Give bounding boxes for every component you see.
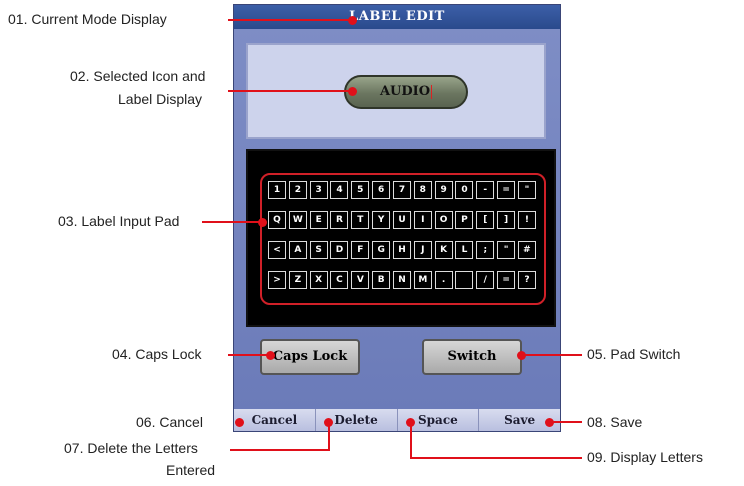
keyboard-key[interactable]: O <box>434 211 453 229</box>
keyboard-key[interactable]: 3 <box>309 181 328 199</box>
leader-dot <box>258 218 267 227</box>
keyboard-key[interactable] <box>455 271 474 289</box>
keyboard-key[interactable]: J <box>413 241 432 259</box>
keyboard-key[interactable]: 2 <box>288 181 307 199</box>
keyboard-key[interactable]: < <box>268 241 286 259</box>
keyboard-key[interactable]: F <box>351 241 370 259</box>
keyboard-key[interactable]: V <box>351 271 370 289</box>
text-cursor <box>431 84 433 99</box>
keyboard-key[interactable]: W <box>288 211 307 229</box>
keyboard-key[interactable]: " <box>517 181 536 199</box>
keyboard-key[interactable]: 9 <box>434 181 453 199</box>
keyboard-key[interactable]: S <box>309 241 328 259</box>
keyboard-key[interactable]: . <box>434 271 453 289</box>
leader-line <box>228 19 352 21</box>
caps-lock-button[interactable]: Caps Lock <box>260 339 360 375</box>
pad-switch-button[interactable]: Switch <box>422 339 522 375</box>
leader-line <box>228 90 352 92</box>
keyboard-key[interactable]: C <box>330 271 349 289</box>
keyboard-key[interactable]: ; <box>476 241 495 259</box>
selected-label-text: AUDIO <box>379 84 431 99</box>
callout-label-1: 02. Selected Icon and <box>70 68 206 84</box>
label-input-pad: 1 2 3 4 5 6 7 8 9 0- = " Q W E R T Y U I O P[]! < A S D F G H J K L; " # >… <box>246 149 556 327</box>
keyboard-key[interactable]: 4 <box>330 181 349 199</box>
keyboard-key[interactable]: - <box>476 181 495 199</box>
keyboard-key[interactable]: 0 <box>455 181 474 199</box>
leader-dot <box>348 16 357 25</box>
keyboard-key[interactable]: A <box>288 241 307 259</box>
leader-line <box>410 422 412 458</box>
callout-caps-lock: 04. Caps Lock <box>112 346 202 362</box>
keyboard-key[interactable]: = <box>497 271 516 289</box>
leader-dot <box>235 418 244 427</box>
keyboard-key[interactable]: R <box>330 211 349 229</box>
keyboard-key[interactable]: = <box>497 181 516 199</box>
leader-dot <box>348 87 357 96</box>
keyboard-key[interactable]: M <box>413 271 432 289</box>
keyboard-key[interactable]: E <box>309 211 328 229</box>
leader-line <box>410 457 582 459</box>
keyboard-row: 1 2 3 4 5 6 7 8 9 0- = " <box>268 181 536 199</box>
callout-pad-switch: 05. Pad Switch <box>587 346 681 362</box>
callout-label-2: Label Display <box>118 91 203 107</box>
callout-display: 09. Display Letters <box>587 449 703 465</box>
keyboard-key[interactable]: Q <box>268 211 286 229</box>
keyboard-row: Q W E R T Y U I O P[]! <box>268 211 536 229</box>
leader-line <box>550 421 582 423</box>
callout-mode: 01. Current Mode Display <box>8 11 167 27</box>
callout-delete-2: Entered <box>166 462 216 478</box>
keyboard-key[interactable]: ! <box>517 211 536 229</box>
callout-delete-1: 07. Delete the Letters <box>64 440 198 456</box>
keyboard-key[interactable]: ? <box>517 271 536 289</box>
keyboard-key[interactable]: U <box>392 211 411 229</box>
keyboard-key[interactable]: L <box>455 241 474 259</box>
keyboard-key[interactable]: 5 <box>351 181 370 199</box>
keyboard-row: > Z X C V B N M. / =? <box>268 271 536 289</box>
keyboard-key[interactable]: B <box>372 271 391 289</box>
keyboard-key[interactable]: Z <box>288 271 307 289</box>
keyboard-key[interactable]: > <box>268 271 286 289</box>
keyboard-key[interactable]: N <box>392 271 411 289</box>
keyboard-key[interactable]: / <box>476 271 495 289</box>
leader-line <box>202 221 262 223</box>
keyboard-key[interactable]: " <box>497 241 516 259</box>
leader-line <box>230 449 330 451</box>
keyboard-key[interactable]: H <box>392 241 411 259</box>
keyboard-key[interactable]: 7 <box>392 181 411 199</box>
keyboard-row: < A S D F G H J K L; " # <box>268 241 536 259</box>
keyboard-key[interactable]: 1 <box>268 181 286 199</box>
selected-icon-label[interactable]: AUDIO <box>344 75 468 109</box>
leader-line <box>228 354 270 356</box>
callout-input-pad: 03. Label Input Pad <box>58 213 180 229</box>
device-screen: LABEL EDIT AUDIO 1 2 3 4 5 6 7 8 9 0- = " Q W E R T Y U I O P… <box>233 4 561 432</box>
leader-line <box>328 422 330 450</box>
keyboard-key[interactable]: T <box>351 211 370 229</box>
keyboard-key[interactable]: P <box>455 211 474 229</box>
keyboard-key[interactable]: D <box>330 241 349 259</box>
keyboard-key[interactable]: 8 <box>413 181 432 199</box>
callout-cancel: 06. Cancel <box>136 414 203 430</box>
keyboard-key[interactable]: [ <box>476 211 495 229</box>
keyboard-key[interactable]: X <box>309 271 328 289</box>
keyboard-key[interactable]: # <box>517 241 536 259</box>
callout-save: 08. Save <box>587 414 643 430</box>
leader-line <box>522 354 582 356</box>
keyboard-key[interactable]: Y <box>372 211 391 229</box>
mode-title: LABEL EDIT <box>234 5 560 29</box>
keyboard-key[interactable]: I <box>413 211 432 229</box>
leader-dot <box>266 351 275 360</box>
keyboard-key[interactable]: 6 <box>372 181 391 199</box>
keyboard-key[interactable]: G <box>372 241 391 259</box>
keyboard-key[interactable]: ] <box>497 211 516 229</box>
cancel-button[interactable]: Cancel <box>234 409 316 431</box>
bottom-toolbar: Cancel Delete Space Save <box>234 409 560 431</box>
keyboard-key[interactable]: K <box>434 241 453 259</box>
